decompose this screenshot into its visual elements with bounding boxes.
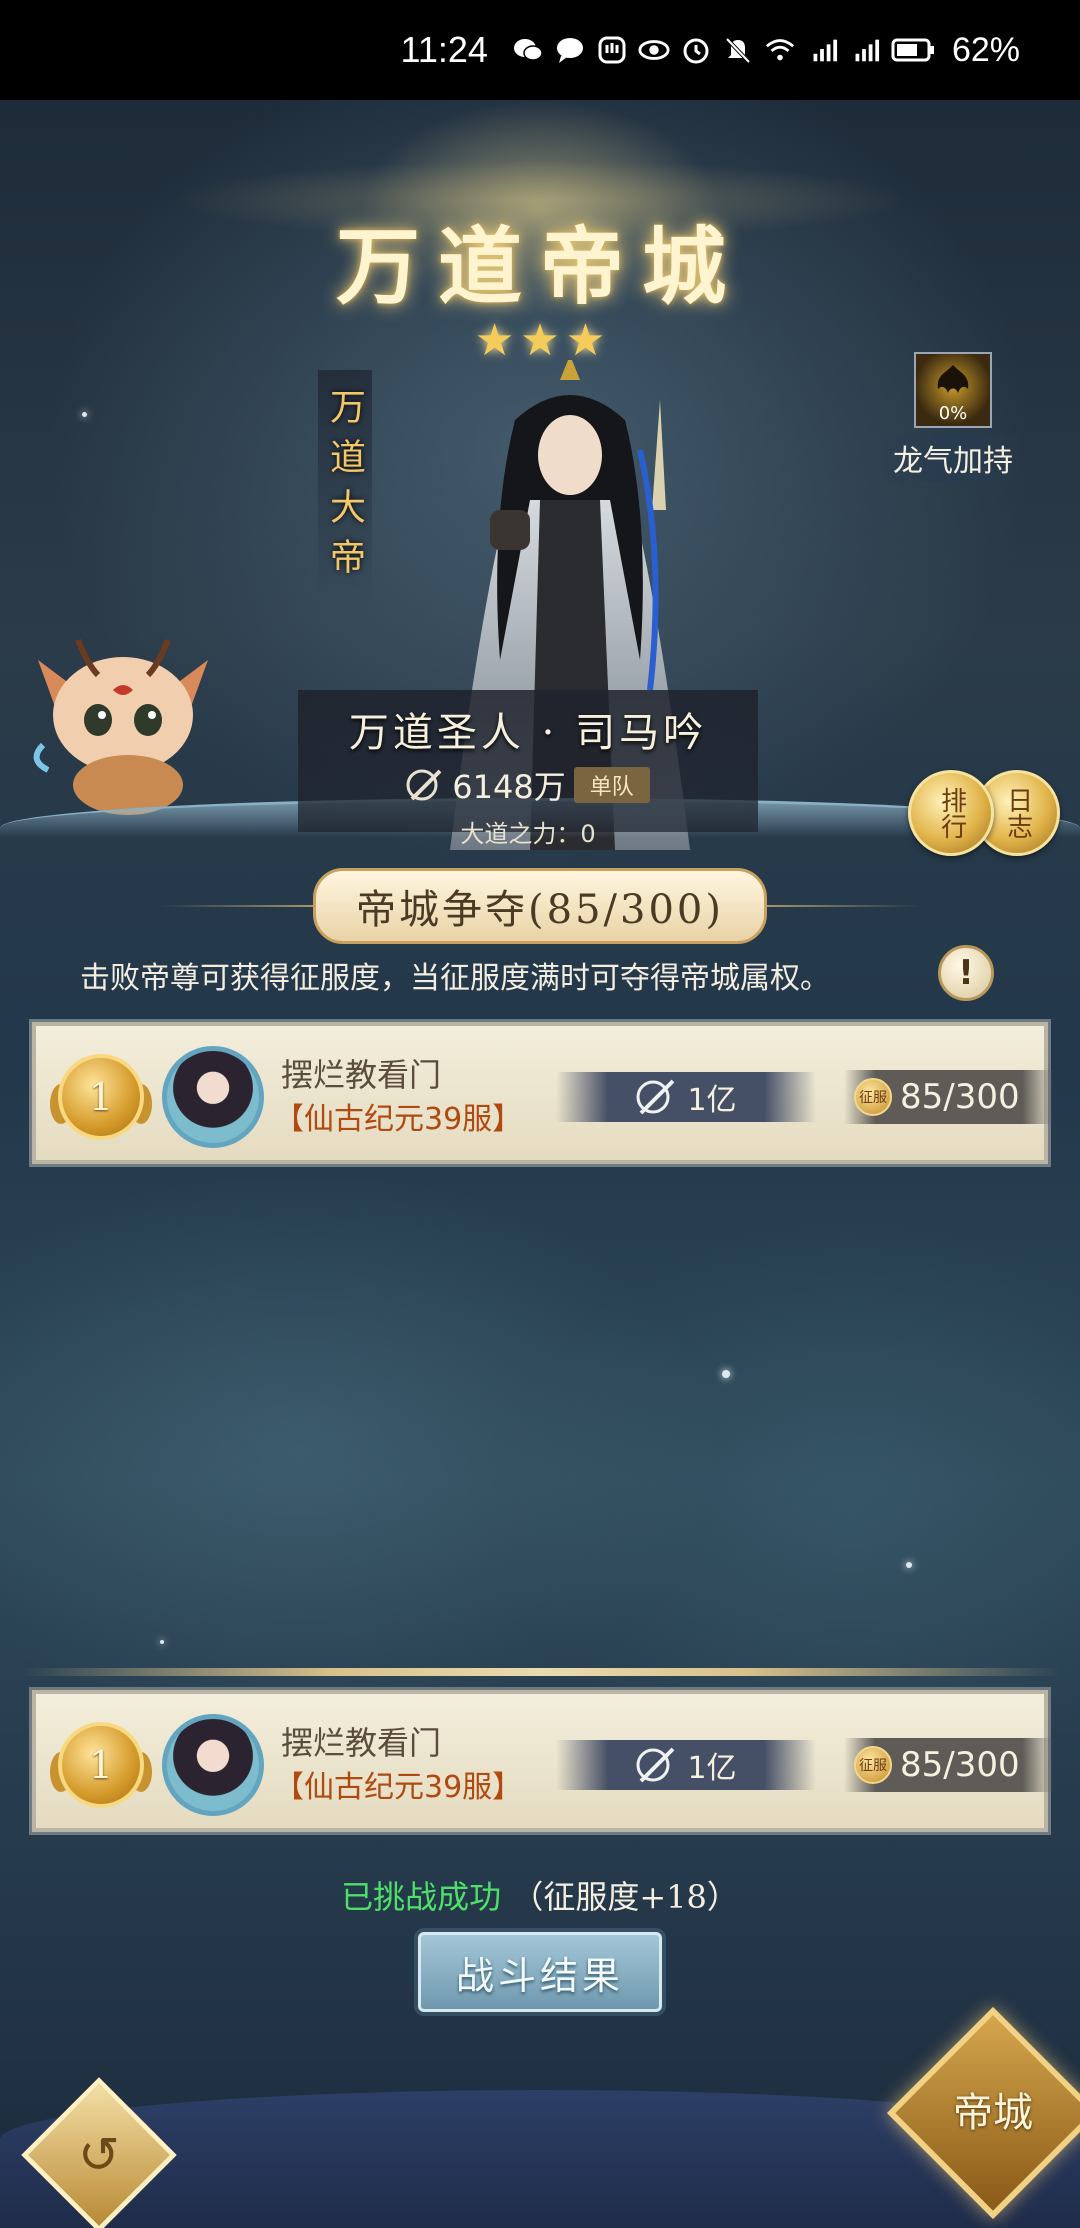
dragon-qi-buff[interactable]: 0% 龙气加持: [868, 352, 1038, 482]
dragon-qi-icon[interactable]: 0%: [914, 352, 992, 428]
battle-result-button[interactable]: 战斗结果: [418, 1932, 662, 2012]
result-success-text: 已挑战成功: [341, 1878, 502, 1916]
rank-medal: 1: [58, 1722, 144, 1808]
contest-info: 击败帝尊可获得征服度，当征服度满时可夺得帝城属权。: [80, 961, 830, 996]
conquest-value: 85/300: [900, 1077, 1020, 1117]
sky-star: [160, 1640, 164, 1644]
app-icon: [596, 34, 628, 66]
wechat-icon: [512, 34, 544, 66]
signal-3g-icon: [806, 34, 838, 66]
battery-percent: 62%: [951, 30, 1020, 69]
mute-icon: [722, 34, 754, 66]
hero-name: 万道圣人 · 司马吟: [348, 710, 708, 756]
star-icon: ★: [565, 315, 606, 366]
sky-star: [722, 1370, 730, 1378]
star-rating: ★ ★ ★: [475, 315, 605, 366]
city-title: 万道帝城: [335, 217, 744, 316]
contest-title: 帝城争夺(85/300): [313, 868, 767, 944]
conquest-progress: 征服 85/300: [844, 1070, 1054, 1124]
player-server: 【仙古纪元39服】: [274, 1770, 523, 1805]
dao-power: 大道之力：0: [460, 820, 596, 848]
battery-icon: [890, 34, 936, 66]
rank-card-self[interactable]: 1 摆烂教看门 【仙古纪元39服】 1亿 征服 85/300: [29, 1687, 1054, 1835]
rank-card-top[interactable]: 1 摆烂教看门 【仙古纪元39服】 1亿 征服 85/300: [29, 1019, 1054, 1167]
sky-star: [82, 412, 87, 417]
city-button-label: 帝城: [953, 2090, 1033, 2136]
signal-4g-icon: [848, 34, 880, 66]
sword-power-icon: [636, 1079, 675, 1115]
log-label: 日志: [1002, 787, 1033, 839]
player-server: 【仙古纪元39服】: [274, 1102, 523, 1137]
city-title-area: 万道帝城 ★ ★ ★: [170, 100, 910, 366]
hero-power-row: 6148万 单队: [406, 762, 650, 808]
player-power-value: 1亿: [687, 1083, 737, 1118]
sword-power-icon: [636, 1747, 675, 1783]
ranking-button[interactable]: 排行: [908, 770, 994, 856]
eye-icon: [638, 34, 670, 66]
pet-companion[interactable]: [18, 620, 228, 820]
info-button[interactable]: !: [938, 945, 994, 1001]
emperor-title: 万道大帝: [324, 388, 365, 588]
wifi-icon: [764, 34, 796, 66]
sword-power-icon: [406, 769, 442, 801]
team-badge: 单队: [573, 767, 650, 803]
dragon-qi-label: 龙气加持: [879, 434, 1027, 482]
message-icon: [554, 34, 586, 66]
conquest-progress: 征服 85/300: [844, 1738, 1054, 1792]
dragon-icon: [937, 365, 969, 393]
star-icon: ★: [474, 315, 515, 366]
challenge-result: 已挑战成功 （征服度+18）: [0, 1872, 1080, 1918]
status-time: 11:24: [400, 29, 488, 70]
conquest-coin-icon: 征服: [854, 1078, 892, 1116]
player-power: 1亿: [556, 1072, 816, 1122]
back-icon: ↺: [78, 2126, 120, 2184]
conquest-value: 85/300: [900, 1745, 1020, 1785]
player-power: 1亿: [556, 1740, 816, 1790]
player-power-value: 1亿: [687, 1751, 737, 1786]
player-name: 摆烂教看门: [281, 1724, 442, 1762]
rank-medal: 1: [58, 1054, 144, 1140]
avatar[interactable]: [162, 1714, 264, 1816]
hero-power: 6148万: [452, 768, 566, 806]
player-name: 摆烂教看门: [281, 1056, 442, 1094]
star-icon: ★: [520, 315, 560, 366]
dragon-qi-percent: 0%: [938, 403, 968, 424]
avatar[interactable]: [162, 1046, 264, 1148]
ranking-label: 排行: [936, 787, 967, 839]
contest-banner: 帝城争夺(85/300): [160, 868, 920, 944]
hero-info-panel: 万道圣人 · 司马吟 6148万 单队 大道之力：0: [298, 690, 758, 848]
gold-divider: [20, 1668, 1060, 1676]
result-bonus-text: （征服度+18）: [511, 1878, 739, 1916]
conquest-coin-icon: 征服: [854, 1746, 892, 1784]
status-bar: 11:24 62%: [0, 0, 1080, 100]
sky-star: [906, 1562, 912, 1568]
alarm-icon: [680, 34, 712, 66]
